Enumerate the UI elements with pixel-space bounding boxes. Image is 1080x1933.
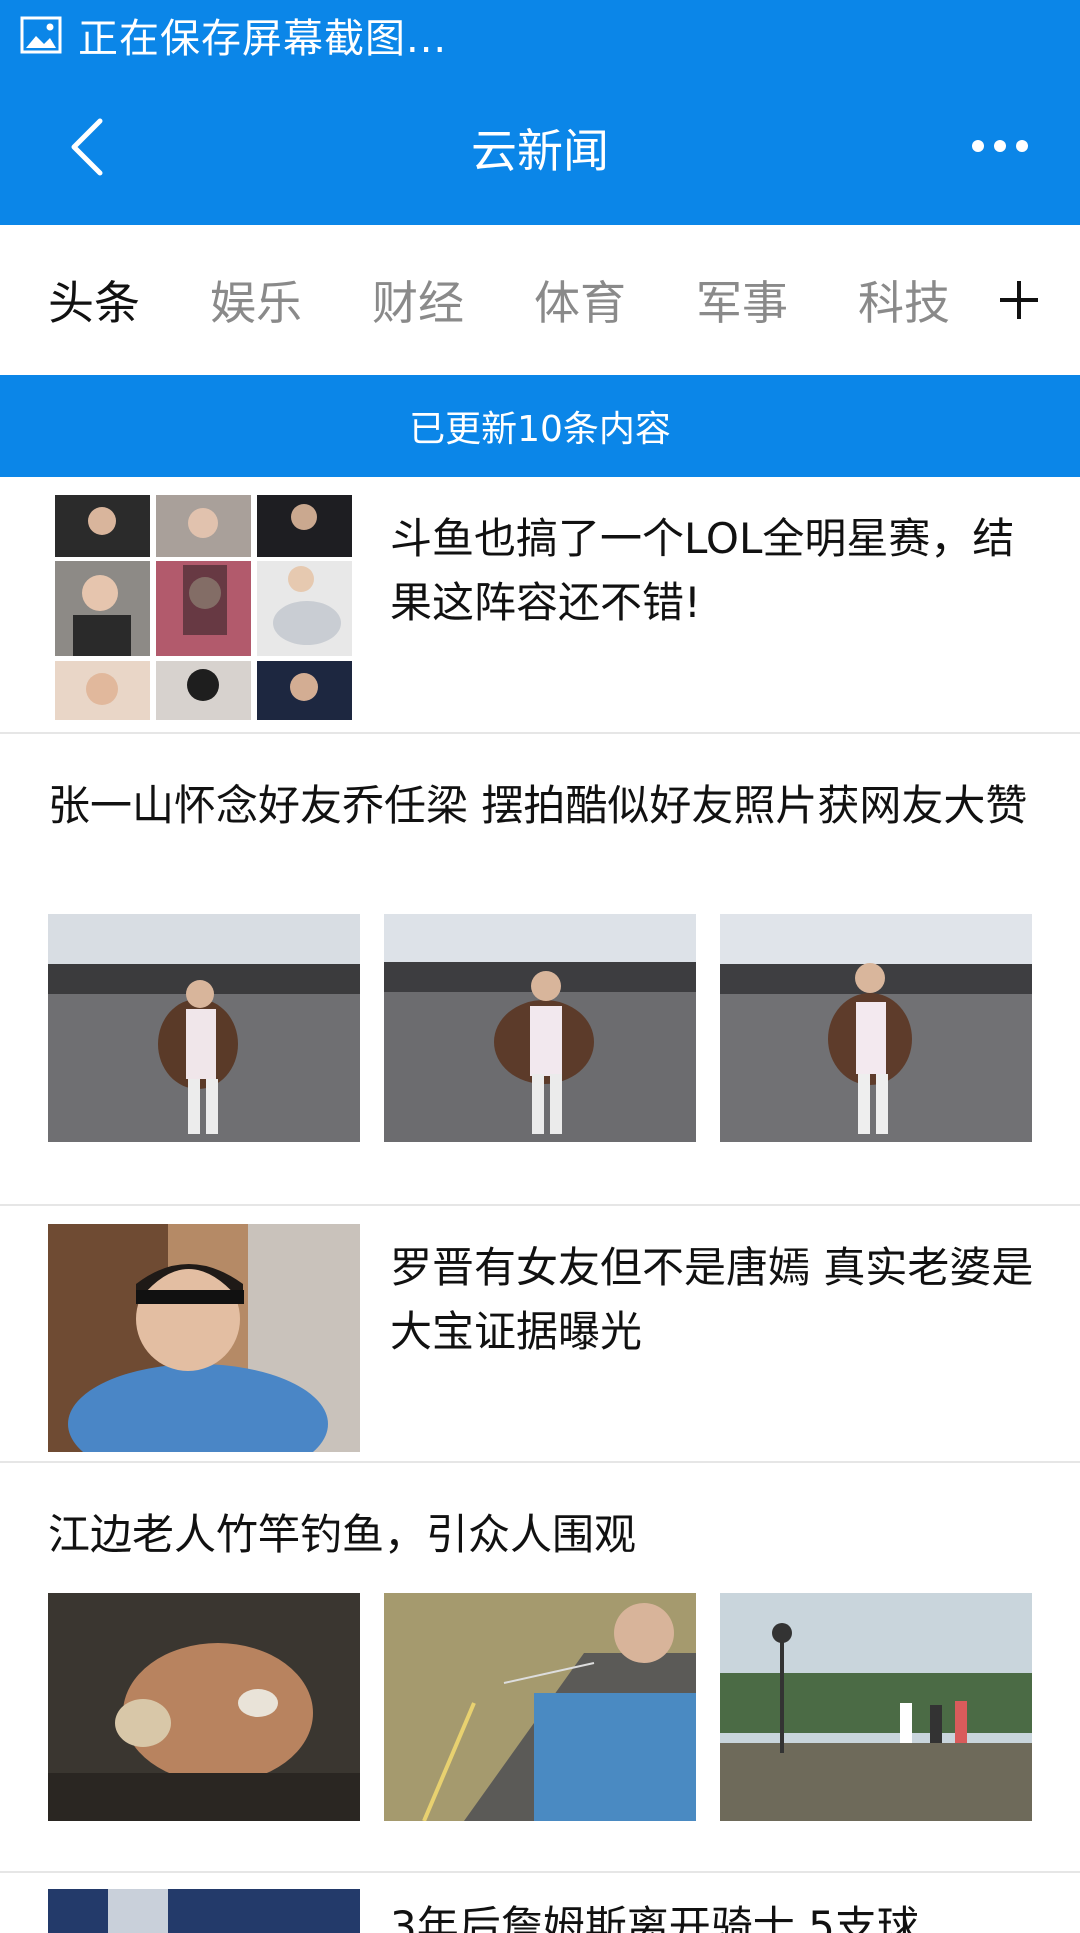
article-headline: 罗晋有女友但不是唐嫣 真实老婆是大宝证据曝光 [390, 1243, 1034, 1356]
tab-entertainment[interactable]: 娱乐 [210, 267, 302, 333]
article-item[interactable]: 罗晋有女友但不是唐嫣 真实老婆是大宝证据曝光 [0, 1206, 1080, 1461]
tab-tech[interactable]: 科技 [858, 267, 950, 333]
article-item[interactable]: 张一山怀念好友乔任梁 摆拍酷似好友照片获网友大赞 [0, 734, 1080, 1204]
more-button[interactable] [960, 128, 1040, 164]
article-headline: 3年后詹姆斯离开骑士 5支球 [390, 1902, 919, 1933]
article-thumbnail [48, 1593, 360, 1821]
tab-headlines[interactable]: 头条 [48, 267, 140, 333]
article-thumbnail [384, 1593, 696, 1821]
more-dots-icon [972, 140, 1028, 152]
news-feed: 斗鱼也搞了一个LOL全明星赛，结果这阵容还不错! 张一山怀念好友乔任梁 摆拍酷似… [0, 477, 1080, 1933]
article-thumbnail [48, 914, 360, 1142]
article-thumbnail [48, 1889, 360, 1933]
article-headline: 江边老人竹竿钓鱼，引众人围观 [48, 1510, 637, 1559]
article-item[interactable]: 斗鱼也搞了一个LOL全明星赛，结果这阵容还不错! [0, 477, 1080, 732]
article-thumbnail [720, 914, 1032, 1142]
status-bar: 正在保存屏幕截图... [0, 0, 1080, 70]
article-thumbnail [55, 495, 352, 720]
page-title: 云新闻 [471, 124, 609, 178]
article-thumbnails [48, 1593, 1032, 1821]
article-thumbnail [384, 914, 696, 1142]
article-headline: 张一山怀念好友乔任梁 摆拍酷似好友照片获网友大赞 [48, 781, 1028, 830]
article-thumbnails [48, 914, 1032, 1142]
article-thumbnail [48, 1224, 360, 1452]
tab-sports[interactable]: 体育 [534, 267, 626, 333]
article-item[interactable]: 江边老人竹竿钓鱼，引众人围观 [0, 1463, 1080, 1871]
update-banner: 已更新10条内容 [0, 375, 1080, 477]
tab-finance[interactable]: 财经 [372, 267, 464, 333]
article-thumbnail [720, 1593, 1032, 1821]
add-tab-button[interactable] [996, 277, 1042, 323]
image-icon [20, 16, 62, 54]
tab-military[interactable]: 军事 [696, 267, 788, 333]
category-tabs: 头条 娱乐 财经 体育 军事 科技 [0, 225, 1080, 375]
plus-icon [1000, 281, 1038, 319]
app-header: 云新闻 [0, 70, 1080, 225]
article-item[interactable]: 3年后詹姆斯离开骑士 5支球 [0, 1873, 1080, 1933]
status-text: 正在保存屏幕截图... [78, 16, 448, 62]
article-headline: 斗鱼也搞了一个LOL全明星赛，结果这阵容还不错! [390, 514, 1015, 627]
